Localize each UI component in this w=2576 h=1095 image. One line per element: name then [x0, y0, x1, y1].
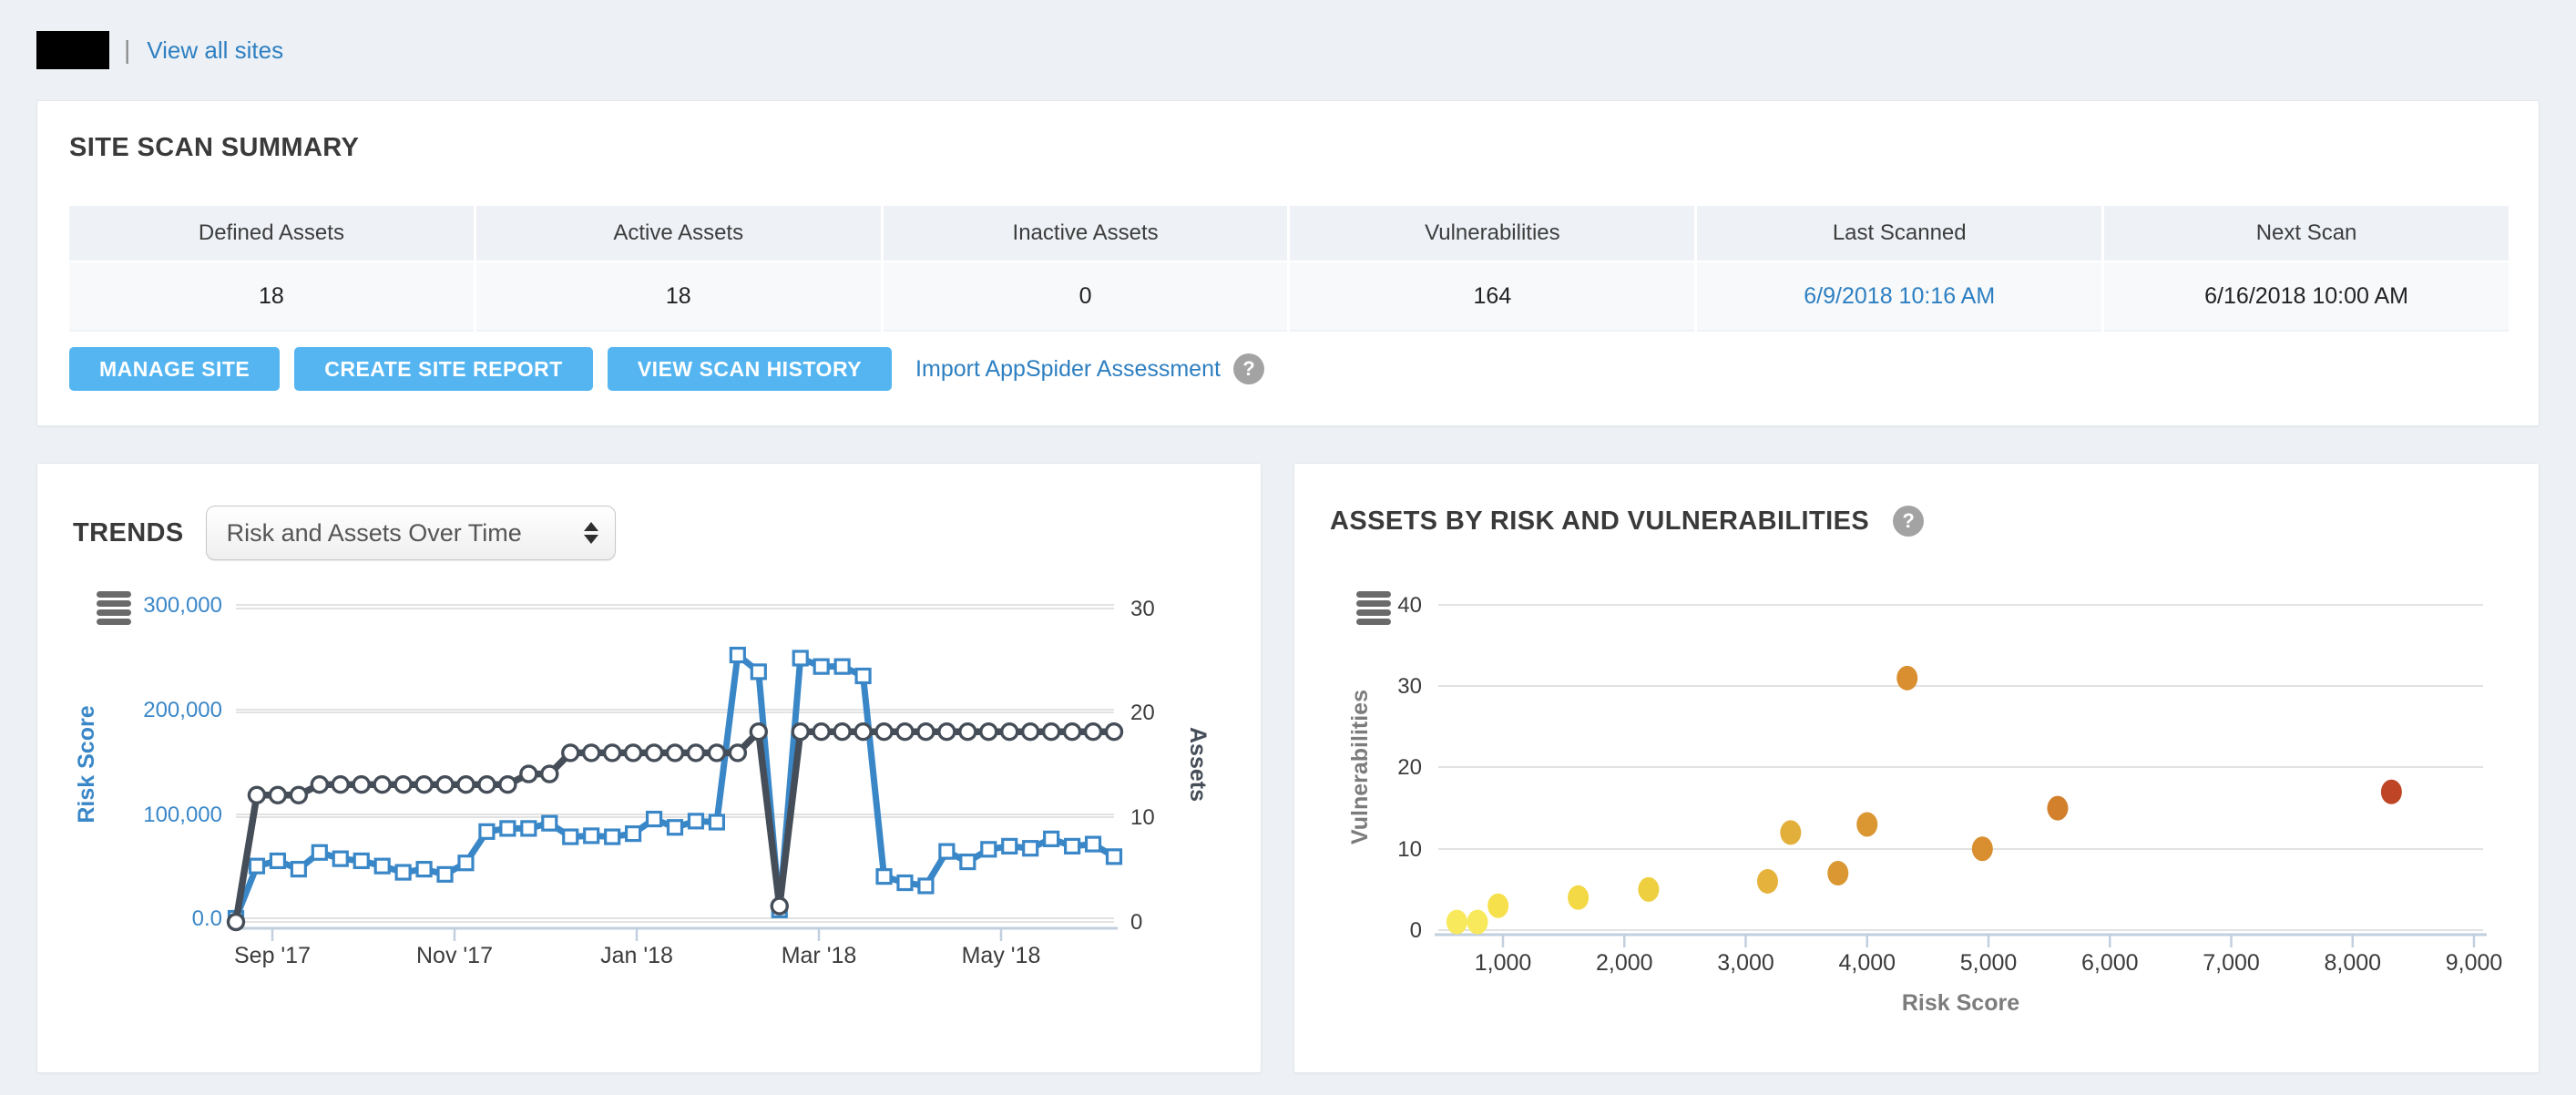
y-axis-tick-label: 30 [1397, 674, 1422, 699]
breadcrumb: | View all sites [36, 31, 283, 69]
scatter-point[interactable] [1827, 861, 1848, 885]
summary-value: 164 [1290, 262, 1694, 332]
right-axis-tick-label: 10 [1130, 805, 1155, 830]
x-axis-title: Risk Score [1902, 990, 2019, 1016]
view-scan-history-button[interactable]: VIEW SCAN HISTORY [608, 347, 892, 391]
scatter-point[interactable] [2047, 796, 2068, 821]
x-axis-tick-label: 7,000 [2203, 950, 2260, 976]
help-icon[interactable]: ? [1893, 506, 1924, 537]
assets-by-risk-chart: 1,000 2,000 3,000 4,000 5,000 6,000 7,000 8,000… [1294, 464, 2539, 1072]
scatter-point[interactable] [1638, 877, 1659, 902]
scatter-point[interactable] [1487, 894, 1508, 918]
y-axis-tick-label: 40 [1397, 593, 1422, 618]
create-site-report-button[interactable]: CREATE SITE REPORT [294, 347, 593, 391]
left-axis-tick-label: 100,000 [143, 803, 222, 827]
site-scan-summary-title: SITE SCAN SUMMARY [69, 133, 359, 163]
x-axis-tick-label: 8,000 [2324, 950, 2381, 976]
x-axis-tick-label: 6,000 [2081, 950, 2139, 976]
right-axis-tick-label: 20 [1130, 701, 1155, 725]
x-axis-tick-label: May '18 [962, 943, 1041, 968]
column-header: Next Scan [2104, 206, 2509, 261]
scatter-point[interactable] [1972, 836, 1993, 861]
select-stepper-icon [584, 522, 598, 544]
manage-site-button[interactable]: MANAGE SITE [69, 347, 280, 391]
right-axis-title: Assets [1185, 727, 1211, 802]
left-axis-tick-label: 0.0 [192, 906, 222, 931]
import-appspider-assessment-link[interactable]: Import AppSpider Assessment [915, 356, 1221, 383]
y-axis-tick-label: 20 [1397, 755, 1422, 780]
scatter-point[interactable] [1856, 812, 1877, 836]
column-header: Last Scanned [1697, 206, 2101, 261]
x-axis-tick-label: 3,000 [1717, 950, 1774, 976]
left-axis-tick-label: 200,000 [143, 698, 222, 722]
y-axis-tick-label: 0 [1410, 918, 1422, 943]
trends-card: TRENDS Risk and Assets Over Time 0.0 100,… [36, 463, 1262, 1073]
scatter-point[interactable] [1467, 910, 1488, 935]
scatter-point[interactable] [1568, 885, 1589, 910]
help-icon[interactable]: ? [1233, 353, 1264, 384]
summary-value: 0 [884, 262, 1288, 332]
scan-summary-table: Defined AssetsActive AssetsInactive Asse… [69, 206, 2509, 332]
column-header: Active Assets [476, 206, 881, 261]
site-name-redacted [36, 31, 109, 69]
scatter-point[interactable] [1896, 666, 1917, 691]
x-axis-tick-label: 2,000 [1596, 950, 1653, 976]
x-axis-tick-label: 5,000 [1960, 950, 2018, 976]
column-header: Vulnerabilities [1290, 206, 1694, 261]
x-axis-tick-label: Nov '17 [416, 943, 493, 968]
left-axis-title: Risk Score [74, 705, 99, 823]
scan-summary-header-row: Defined AssetsActive AssetsInactive Asse… [69, 206, 2509, 261]
view-all-sites-link[interactable]: View all sites [147, 36, 283, 65]
x-axis-tick-label: Sep '17 [234, 943, 311, 968]
summary-value: 18 [476, 262, 881, 332]
right-axis-tick-label: 0 [1130, 910, 1142, 935]
trends-metric-selected-value: Risk and Assets Over Time [227, 519, 522, 548]
scatter-point[interactable] [1780, 820, 1801, 844]
right-axis-tick-label: 30 [1130, 597, 1155, 621]
x-axis-tick-label: 9,000 [2446, 950, 2503, 976]
y-axis-tick-label: 10 [1397, 837, 1422, 862]
left-axis-tick-label: 300,000 [143, 593, 222, 618]
x-axis-tick-label: Mar '18 [782, 943, 857, 968]
x-axis-tick-label: Jan '18 [600, 943, 673, 968]
trends-title: TRENDS [73, 518, 184, 548]
column-header: Inactive Assets [884, 206, 1288, 261]
site-scan-summary-card: SITE SCAN SUMMARY Defined AssetsActive A… [36, 100, 2540, 426]
assets-by-risk-title: ASSETS BY RISK AND VULNERABILITIES [1330, 507, 1869, 537]
summary-actions: MANAGE SITE CREATE SITE REPORT VIEW SCAN… [69, 347, 1264, 391]
assets-by-risk-card: ASSETS BY RISK AND VULNERABILITIES ? 1,0… [1293, 463, 2540, 1073]
breadcrumb-separator: | [124, 36, 130, 65]
scatter-point[interactable] [2381, 780, 2402, 804]
x-axis-tick-label: 1,000 [1475, 950, 1532, 976]
x-axis-tick-label: 4,000 [1838, 950, 1896, 976]
scatter-point[interactable] [1446, 910, 1467, 935]
trends-metric-select[interactable]: Risk and Assets Over Time [206, 506, 616, 560]
y-axis-title: Vulnerabilities [1347, 690, 1373, 844]
summary-value: 18 [69, 262, 474, 332]
column-header: Defined Assets [69, 206, 474, 261]
chart-context-menu-icon[interactable] [1356, 591, 1391, 628]
summary-value: 6/16/2018 10:00 AM [2104, 262, 2509, 332]
chart-context-menu-icon[interactable] [97, 591, 131, 628]
scan-summary-value-row: 181801646/9/2018 10:16 AM6/16/2018 10:00… [69, 261, 2509, 332]
scatter-point[interactable] [1757, 869, 1778, 894]
last-scanned-link[interactable]: 6/9/2018 10:16 AM [1697, 262, 2101, 332]
